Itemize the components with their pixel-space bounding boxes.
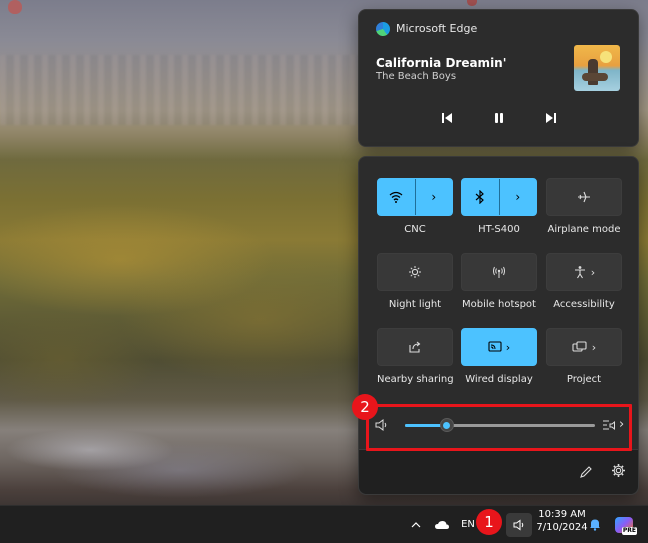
next-track-button[interactable] [539, 106, 563, 130]
share-icon [409, 341, 421, 353]
accessibility-button[interactable]: › [546, 253, 622, 291]
pause-button[interactable] [487, 106, 511, 130]
chevron-right-icon: › [515, 190, 521, 204]
step-badge-1: 1 [476, 509, 502, 535]
tile-label: Accessibility [553, 299, 615, 310]
wifi-toggle[interactable]: › [377, 178, 453, 216]
clock-time: 10:39 AM [538, 509, 586, 520]
airplane-mode-toggle[interactable] [546, 178, 622, 216]
tile-label: CNC [404, 224, 426, 235]
copilot-button[interactable]: PRE [612, 506, 637, 543]
tile-accessibility: › Accessibility [546, 253, 622, 310]
nearby-sharing-toggle[interactable] [377, 328, 453, 366]
tile-bluetooth: › HT-S400 [461, 178, 537, 235]
hotspot-icon [493, 266, 505, 278]
wallpaper-balloon [467, 0, 477, 6]
clock-date: 7/10/2024 [536, 522, 588, 533]
tile-mobile-hotspot: Mobile hotspot [461, 253, 537, 310]
tile-label: HT-S400 [478, 224, 520, 235]
pause-icon [495, 113, 503, 123]
wifi-toggle-button[interactable] [378, 179, 415, 215]
media-app-name: Microsoft Edge [396, 22, 478, 35]
project-icon [572, 341, 587, 352]
bluetooth-expand-button[interactable]: › [499, 179, 536, 215]
quick-settings-footer [359, 449, 638, 494]
tile-wired-display: › Wired display [461, 328, 537, 385]
previous-track-icon [442, 113, 452, 123]
chevron-right-icon: › [431, 190, 437, 204]
language-indicator[interactable]: EN [460, 506, 476, 543]
night-light-icon [409, 266, 421, 278]
tile-label: Project [566, 374, 602, 385]
wallpaper-city [0, 55, 360, 125]
media-flyout: Microsoft Edge California Dreamin' The B… [358, 9, 639, 147]
bell-icon [590, 519, 600, 531]
tile-night-light: Night light [377, 253, 453, 310]
onedrive-button[interactable] [432, 506, 452, 543]
wifi-icon [389, 191, 403, 203]
all-settings-button[interactable] [611, 463, 626, 482]
tile-label: Airplane mode [547, 224, 621, 235]
bluetooth-icon [475, 190, 485, 204]
chevron-right-icon: › [591, 340, 597, 354]
notifications-button[interactable] [587, 506, 603, 543]
bluetooth-toggle[interactable]: › [461, 178, 537, 216]
album-art [574, 45, 620, 91]
cast-icon [488, 341, 502, 352]
taskbar-volume-button[interactable] [506, 513, 532, 537]
taskbar-clock[interactable]: 10:39 AM 7/10/2024 [536, 508, 588, 534]
bluetooth-toggle-button[interactable] [462, 179, 499, 215]
wired-display-button[interactable]: › [461, 328, 537, 366]
step-badge-2: 2 [352, 394, 378, 420]
chevron-right-icon: › [505, 340, 511, 354]
show-hidden-icons-button[interactable] [408, 506, 424, 543]
song-title: California Dreamin' [376, 56, 507, 70]
wallpaper-balloon [8, 0, 22, 14]
volume-highlight-box [366, 404, 632, 451]
edge-icon [376, 22, 390, 36]
previous-track-button[interactable] [435, 106, 459, 130]
tile-airplane: Airplane mode [546, 178, 622, 235]
song-artist: The Beach Boys [376, 71, 457, 82]
chevron-right-icon: › [590, 265, 596, 279]
tile-wifi: › CNC [377, 178, 453, 235]
project-button[interactable]: › [546, 328, 622, 366]
airplane-icon [578, 191, 590, 203]
copilot-icon: PRE [615, 516, 637, 535]
tile-nearby-sharing: Nearby sharing [377, 328, 454, 385]
mobile-hotspot-toggle[interactable] [461, 253, 537, 291]
tile-project: › Project [546, 328, 622, 385]
accessibility-icon [574, 266, 585, 279]
tile-label: Wired display [465, 374, 533, 385]
night-light-toggle[interactable] [377, 253, 453, 291]
next-track-icon [546, 113, 556, 123]
tile-label: Nearby sharing [377, 374, 454, 385]
cloud-icon [435, 520, 449, 529]
tile-label: Mobile hotspot [462, 299, 536, 310]
edit-quick-settings-button[interactable] [579, 464, 593, 483]
gear-icon [612, 464, 625, 477]
copilot-preview-badge: PRE [621, 526, 637, 535]
chevron-up-icon [411, 521, 421, 527]
pencil-icon [580, 466, 592, 478]
speaker-icon [513, 519, 523, 531]
wifi-expand-button[interactable]: › [415, 179, 452, 215]
tile-label: Night light [388, 299, 442, 310]
